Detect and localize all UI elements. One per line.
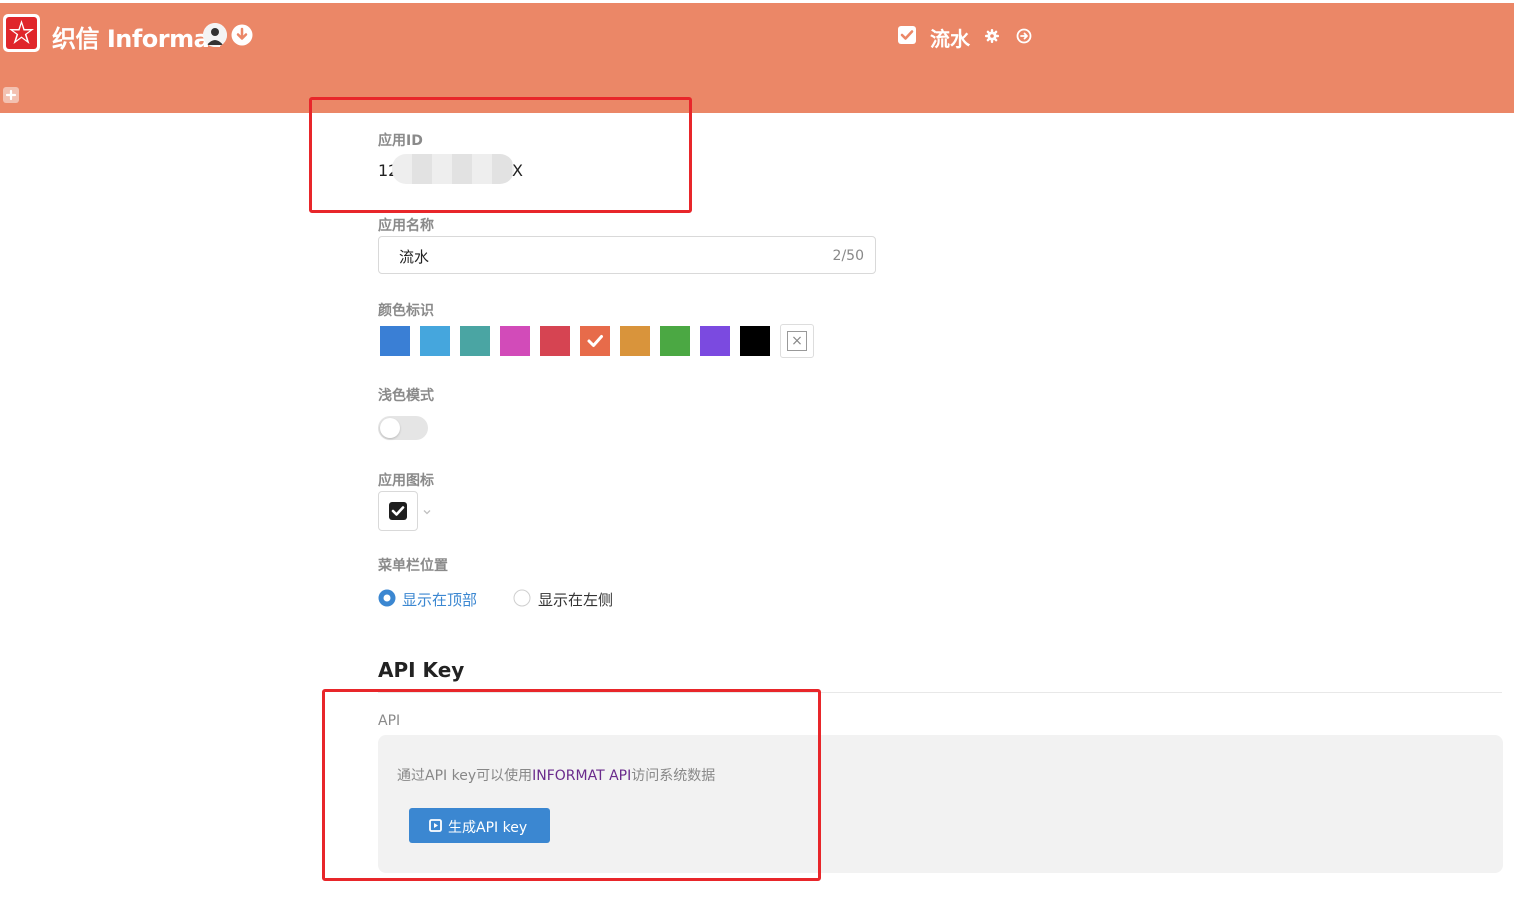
radio-left-label[interactable]: 显示在左侧: [538, 589, 613, 610]
color-swatch[interactable]: [738, 324, 772, 358]
informat-logo[interactable]: [3, 14, 40, 52]
gear-icon[interactable]: [984, 28, 1000, 44]
app-name-value[interactable]: 流水: [399, 246, 429, 267]
color-swatch[interactable]: [378, 324, 412, 358]
color-swatch[interactable]: [658, 324, 692, 358]
radio-top[interactable]: [378, 589, 396, 607]
no-color-swatch[interactable]: ×: [780, 324, 814, 358]
app-checkbox-icon: [897, 25, 917, 45]
color-swatch[interactable]: [618, 324, 652, 358]
color-swatch-selected[interactable]: [578, 324, 612, 358]
clear-color-icon: ×: [787, 331, 807, 351]
app-name-label: 应用名称: [378, 218, 434, 234]
app-icon-label: 应用图标: [378, 473, 434, 489]
color-swatch-group: ×: [378, 322, 818, 360]
chevron-down-icon[interactable]: [421, 503, 433, 515]
exit-icon[interactable]: [1016, 28, 1032, 44]
app-icon-picker[interactable]: [378, 491, 418, 531]
app-name-input[interactable]: 流水 2/50: [378, 236, 876, 274]
download-icon[interactable]: [231, 24, 253, 46]
radio-left[interactable]: [513, 589, 531, 607]
app-title: 流水: [930, 27, 970, 51]
add-icon[interactable]: [2, 86, 20, 104]
avatar[interactable]: [203, 23, 227, 47]
color-tag-label: 颜色标识: [378, 303, 434, 319]
check-icon: [587, 335, 603, 347]
api-key-heading: API Key: [378, 658, 465, 682]
color-swatch[interactable]: [498, 324, 532, 358]
color-swatch[interactable]: [458, 324, 492, 358]
annotation-box-app-id: [309, 97, 692, 213]
light-mode-toggle[interactable]: [378, 416, 428, 440]
radio-top-label[interactable]: 显示在顶部: [402, 589, 477, 610]
light-mode-label: 浅色模式: [378, 388, 434, 404]
toggle-knob: [380, 418, 400, 438]
menu-position-label: 菜单栏位置: [378, 558, 448, 574]
checkbox-icon: [389, 502, 407, 520]
annotation-box-api: [322, 689, 821, 881]
color-swatch[interactable]: [698, 324, 732, 358]
app-name-char-count: 2/50: [832, 248, 864, 264]
color-swatch[interactable]: [538, 324, 572, 358]
color-swatch[interactable]: [418, 324, 452, 358]
top-bar: 织信 Informat 流水: [0, 3, 1514, 113]
brand-name: 织信 Informat: [52, 25, 221, 53]
